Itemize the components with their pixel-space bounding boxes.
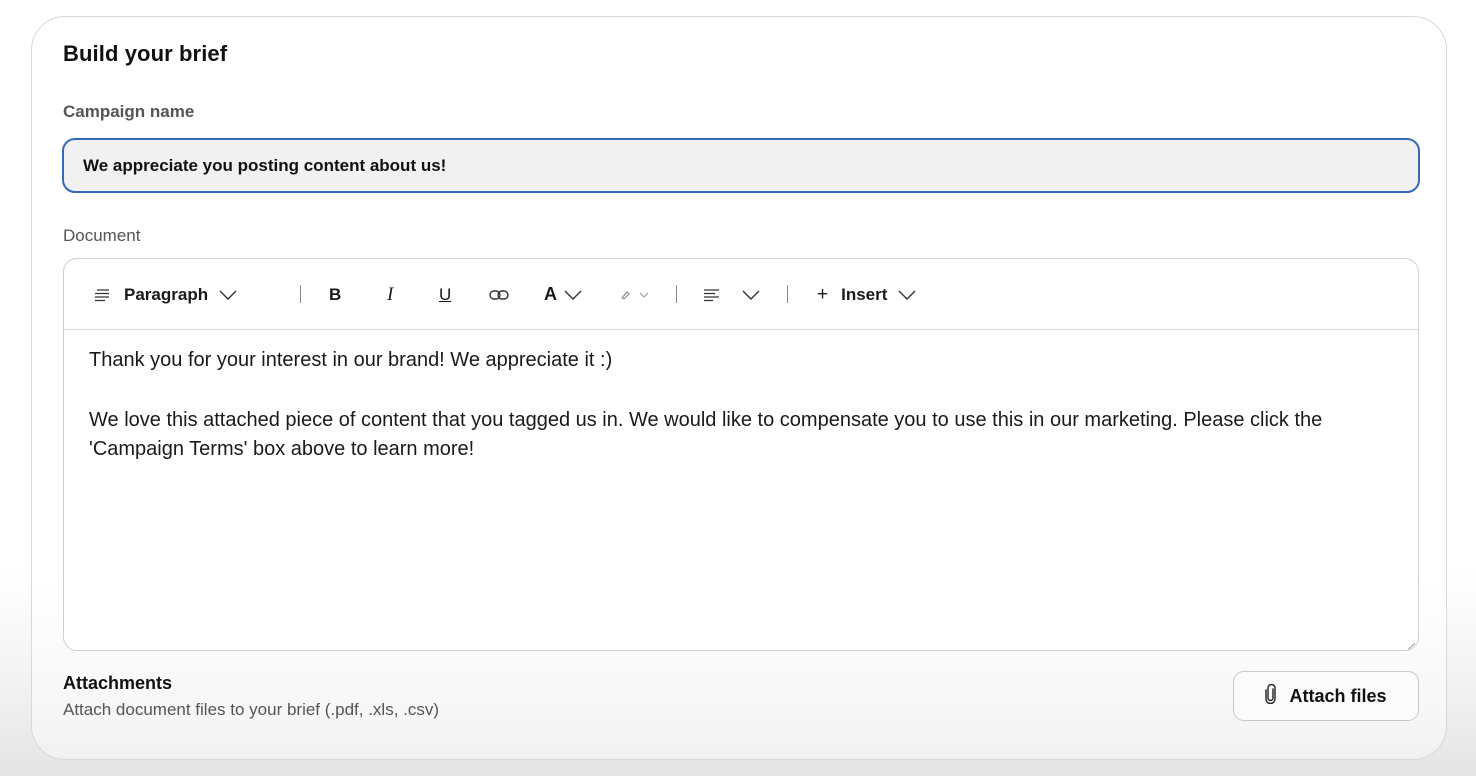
toolbar-divider — [676, 285, 677, 303]
italic-label: I — [387, 283, 394, 305]
campaign-name-label: Campaign name — [63, 102, 195, 121]
toolbar-divider — [300, 285, 301, 303]
highlight-pen-icon — [620, 289, 632, 301]
underline-button[interactable]: U — [439, 259, 451, 330]
bold-label: B — [329, 284, 342, 304]
brief-card: Build your brief Campaign name Document … — [31, 16, 1447, 760]
attach-files-label: Attach files — [1289, 685, 1387, 706]
chevron-down-icon — [898, 290, 916, 300]
highlight-dropdown[interactable] — [620, 259, 649, 330]
resize-handle-icon[interactable] — [1406, 638, 1416, 650]
insert-dropdown[interactable]: + Insert — [817, 259, 916, 330]
chevron-down-icon — [219, 290, 237, 300]
insert-label: Insert — [841, 284, 888, 304]
campaign-name-input[interactable] — [62, 138, 1420, 193]
link-icon — [489, 289, 509, 301]
align-left-icon — [704, 288, 720, 302]
editor-paragraph: We love this attached piece of content t… — [89, 409, 1323, 460]
paragraph-lines-icon — [95, 288, 111, 302]
bold-button[interactable]: B — [329, 259, 341, 330]
editor-toolbar: Paragraph B I U A + Insert — [64, 259, 1418, 330]
attachments-subtitle: Attach document files to your brief (.pd… — [63, 700, 440, 719]
font-color-label: A — [544, 284, 557, 304]
italic-button[interactable]: I — [387, 259, 393, 330]
editor-paragraph: Thank you for your interest in our brand… — [89, 349, 613, 371]
chevron-down-icon — [639, 292, 649, 298]
paragraph-style-dropdown[interactable]: Paragraph — [95, 259, 237, 330]
document-label: Document — [63, 226, 141, 245]
link-button[interactable] — [489, 259, 509, 330]
align-dropdown[interactable] — [704, 259, 760, 330]
card-title: Build your brief — [63, 41, 228, 66]
editor-content[interactable]: Thank you for your interest in our brand… — [89, 346, 1378, 464]
underline-label: U — [439, 284, 452, 304]
font-color-dropdown[interactable]: A — [544, 259, 582, 330]
chevron-down-icon — [564, 290, 582, 300]
chevron-down-icon — [742, 290, 760, 300]
paragraph-label: Paragraph — [124, 284, 209, 304]
document-editor: Paragraph B I U A + Insert Thank you for… — [63, 258, 1419, 651]
attachments-title: Attachments — [63, 673, 173, 693]
attach-files-button[interactable]: Attach files — [1233, 671, 1419, 721]
toolbar-divider — [787, 285, 788, 303]
paperclip-icon — [1265, 683, 1277, 709]
plus-icon: + — [817, 283, 829, 305]
